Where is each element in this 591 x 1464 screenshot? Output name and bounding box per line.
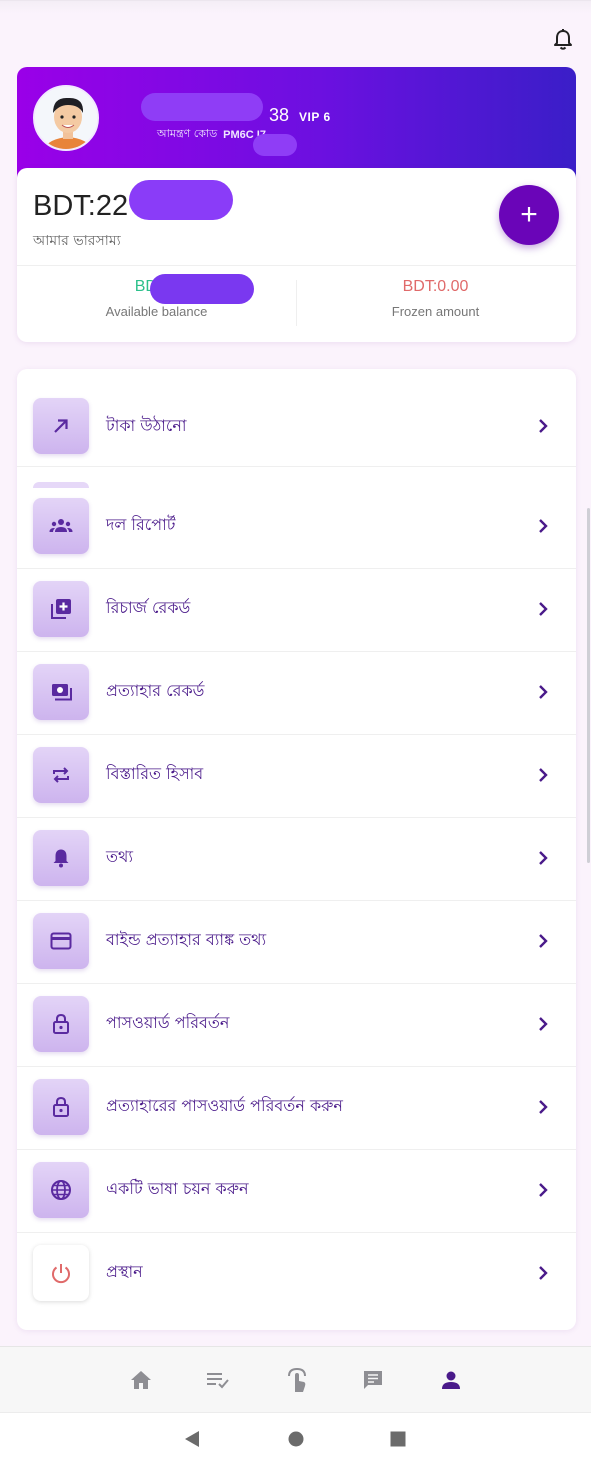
menu-item-recharge-record[interactable]: রিচার্জ রেকর্ড <box>17 569 576 652</box>
available-balance-label: Available balance <box>105 304 208 319</box>
redaction-mask <box>150 274 254 304</box>
top-bar <box>0 0 591 64</box>
menu-item-label: দল রিপোর্ট <box>106 515 176 534</box>
chevron-right-icon <box>539 602 548 616</box>
frozen-amount: BDT:0.00 Frozen amount <box>296 278 575 319</box>
divider <box>17 466 576 467</box>
menu-item-label: প্রস্থান <box>106 1262 143 1281</box>
redaction-mask <box>253 134 297 156</box>
chevron-right-icon <box>539 1017 548 1031</box>
scrollbar[interactable] <box>587 508 590 863</box>
menu-item-bind-bank[interactable]: বাইন্ড প্রত্যাহার ব্যাঙ্ক তথ্য <box>17 901 576 984</box>
menu-item-label: একটি ভাষা চয়ন করুন <box>106 1179 249 1198</box>
redaction-mask <box>141 93 263 121</box>
lock-icon <box>33 996 89 1052</box>
balance-amount: BDT:22 <box>33 190 129 222</box>
partial-icon <box>33 482 89 488</box>
profile-icon[interactable] <box>436 1365 466 1395</box>
notification-bell-icon[interactable] <box>548 25 578 55</box>
home-icon[interactable] <box>126 1365 156 1395</box>
credit-card-icon <box>33 913 89 969</box>
menu-item-choose-language[interactable]: একটি ভাষা চয়ন করুন <box>17 1150 576 1233</box>
lock-icon <box>33 1079 89 1135</box>
system-navigation-bar <box>0 1412 591 1464</box>
menu-item-label: পাসওয়ার্ড পরিবর্তন <box>106 1013 230 1032</box>
arrow-up-right-icon <box>33 398 89 454</box>
account-menu: টাকা উঠানো দল রিপোর্ট রিচার্জ রেকর্ড প্র… <box>17 369 576 1330</box>
group-icon <box>33 498 89 554</box>
chevron-right-icon <box>539 934 548 948</box>
menu-item-label: বিস্তারিত হিসাব <box>106 764 204 783</box>
redaction-mask <box>129 180 233 220</box>
menu-item-change-withdraw-password[interactable]: প্রত্যাহারের পাসওয়ার্ড পরিবর্তন করুন <box>17 1067 576 1150</box>
vip-badge: VIP 6 <box>299 110 331 124</box>
menu-item-change-password[interactable]: পাসওয়ার্ড পরিবর্তন <box>17 984 576 1067</box>
menu-item-label: টাকা উঠানো <box>106 416 187 435</box>
recents-icon[interactable] <box>386 1427 410 1451</box>
user-name-row: 38 VIP 6 <box>141 93 331 125</box>
menu-item-detailed-account[interactable]: বিস্তারিত হিসাব <box>17 735 576 818</box>
home-circle-icon[interactable] <box>284 1427 308 1451</box>
power-icon <box>33 1245 89 1301</box>
avatar[interactable] <box>33 85 99 151</box>
menu-item-label: তথ্য <box>106 847 134 866</box>
balance-card: BDT:22 আমার ভারসাম্য + BDT:2 Available b… <box>17 168 576 342</box>
menu-item-label: প্রত্যাহার রেকর্ড <box>106 681 205 700</box>
divider <box>17 265 576 266</box>
message-icon[interactable] <box>358 1365 388 1395</box>
menu-item-label: বাইন্ড প্রত্যাহার ব্যাঙ্ক তথ্য <box>106 930 267 949</box>
chevron-right-icon <box>539 419 548 433</box>
menu-item-logout[interactable]: প্রস্থান <box>17 1233 576 1316</box>
menu-item-team-report[interactable]: দল রিপোর্ট <box>17 489 576 569</box>
menu-item-label: রিচার্জ রেকর্ড <box>106 598 191 617</box>
chevron-right-icon <box>539 1183 548 1197</box>
frozen-amount-label: Frozen amount <box>391 304 480 319</box>
add-box-icon <box>33 581 89 637</box>
balance-label: আমার ভারসাম্য <box>33 233 121 249</box>
menu-item-withdrawal-record[interactable]: প্রত্যাহার রেকর্ড <box>17 652 576 735</box>
chevron-right-icon <box>539 519 548 533</box>
add-funds-button[interactable]: + <box>499 185 559 245</box>
tap-icon[interactable] <box>282 1365 312 1395</box>
bottom-navigation <box>0 1346 591 1412</box>
user-name: 38 <box>269 105 290 125</box>
back-icon[interactable] <box>180 1427 204 1451</box>
invite-code-row: আমন্ত্রণ কোড PM6C I7 <box>157 125 266 144</box>
chevron-right-icon <box>539 851 548 865</box>
globe-icon <box>33 1162 89 1218</box>
repeat-icon <box>33 747 89 803</box>
chevron-right-icon <box>539 1100 548 1114</box>
menu-item-label: প্রত্যাহারের পাসওয়ার্ড পরিবর্তন করুন <box>106 1096 343 1115</box>
invite-label: আমন্ত্রণ কোড <box>157 127 218 140</box>
chevron-right-icon <box>539 685 548 699</box>
money-icon <box>33 664 89 720</box>
menu-item-withdraw[interactable]: টাকা উঠানো <box>17 369 576 467</box>
bell-icon <box>33 830 89 886</box>
frozen-amount-value: BDT:0.00 <box>402 278 469 295</box>
chevron-right-icon <box>539 768 548 782</box>
tasks-icon[interactable] <box>204 1365 234 1395</box>
menu-item-information[interactable]: তথ্য <box>17 818 576 901</box>
chevron-right-icon <box>539 1266 548 1280</box>
